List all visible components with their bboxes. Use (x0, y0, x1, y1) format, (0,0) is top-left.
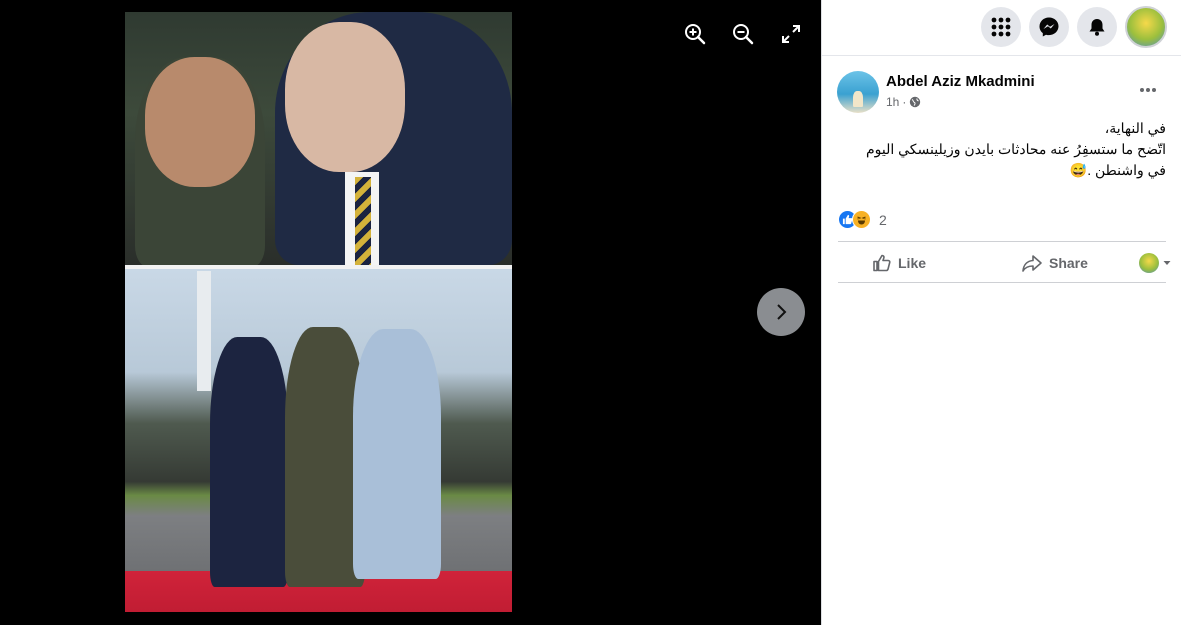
reaction-count: 2 (879, 211, 887, 228)
photo-viewer (0, 0, 821, 625)
messenger-button[interactable] (1029, 7, 1069, 47)
fullscreen-icon (782, 25, 800, 43)
post-panel: Abdel Aziz Mkadmini 1h · في النهاية، اتّ… (821, 0, 1181, 625)
meta-separator: · (902, 95, 907, 109)
like-button[interactable]: Like (872, 250, 926, 276)
caret-down-icon (1163, 261, 1171, 265)
post-time[interactable]: 1h (886, 95, 899, 109)
share-icon (1022, 255, 1042, 272)
haha-reaction-icon (852, 210, 871, 229)
tie (355, 177, 371, 265)
react-as-avatar (1139, 253, 1159, 273)
author-name[interactable]: Abdel Aziz Mkadmini (886, 73, 1035, 90)
photo-top-panel (125, 12, 512, 267)
profile-avatar-button[interactable] (1125, 6, 1167, 48)
top-bar (822, 0, 1181, 56)
post-text: في النهاية، اتّضح ما ستسفِرُ عنه محادثات… (838, 118, 1166, 181)
fullscreen-button[interactable] (777, 20, 805, 48)
divider (838, 241, 1166, 242)
zoom-in-icon (685, 24, 706, 45)
bell-icon (1089, 19, 1105, 36)
share-label: Share (1049, 255, 1088, 271)
post-text-line: اتّضح ما ستسفِرُ عنه محادثات بايدن وزيلي… (865, 141, 1166, 157)
share-button[interactable]: Share (1021, 250, 1088, 276)
zoom-out-icon (733, 24, 754, 45)
menu-button[interactable] (981, 7, 1021, 47)
face-left (145, 57, 255, 187)
notifications-button[interactable] (1077, 7, 1117, 47)
avatar-figure (853, 91, 863, 107)
like-label: Like (898, 255, 927, 271)
post-options-button[interactable] (1134, 76, 1162, 104)
post-meta: 1h · (886, 95, 921, 109)
post-photo[interactable] (125, 12, 512, 612)
chevron-right-icon (777, 304, 787, 320)
photo-bottom-panel (125, 269, 512, 612)
globe-icon (910, 96, 921, 108)
react-as-selector[interactable] (1139, 250, 1172, 276)
person-right (353, 329, 441, 579)
thumbs-up-icon (873, 254, 891, 272)
divider (838, 282, 1166, 283)
more-dots-icon (1140, 88, 1156, 92)
next-photo-button[interactable] (757, 288, 805, 336)
post-text-line: في واشنطن .😅 (1069, 162, 1166, 178)
person-left (210, 337, 288, 587)
monument (197, 271, 211, 391)
post-text-line: في النهاية، (1104, 120, 1166, 136)
zoom-out-button[interactable] (729, 20, 757, 48)
messenger-icon (1039, 17, 1059, 37)
face-right (285, 22, 405, 172)
zoom-in-button[interactable] (681, 20, 709, 48)
author-avatar[interactable] (837, 71, 879, 113)
grid-menu-icon (991, 17, 1011, 37)
reactions-summary[interactable]: 2 (838, 210, 887, 229)
